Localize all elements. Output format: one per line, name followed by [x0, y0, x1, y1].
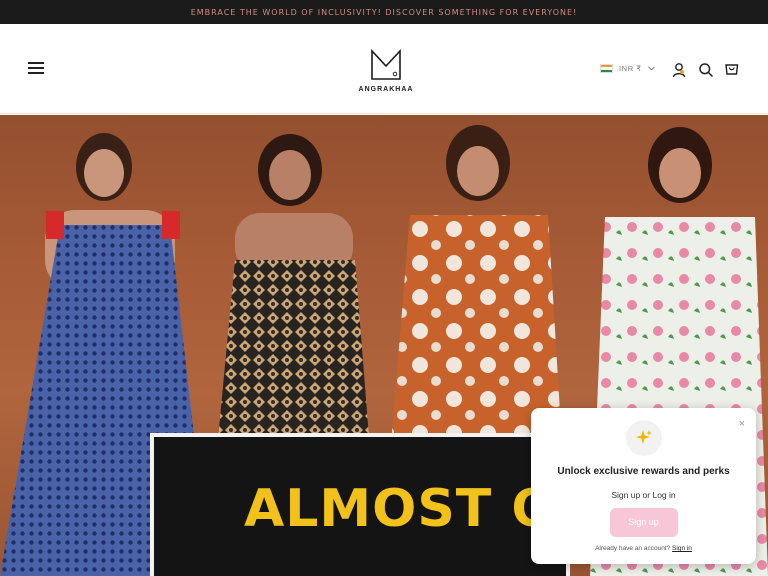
signup-button[interactable]: Sign up — [609, 508, 678, 537]
cart-icon[interactable] — [724, 62, 740, 78]
search-icon[interactable] — [698, 62, 714, 78]
menu-icon[interactable] — [28, 62, 44, 74]
logo-text: ANGRAKHAA — [358, 86, 414, 93]
logo[interactable]: ANGRAKHAA — [358, 48, 414, 108]
rewards-popup: × Unlock exclusive rewards and perks Sig… — [531, 408, 756, 564]
announcement-bar: EMBRACE THE WORLD OF INCLUSIVITY! DISCOV… — [0, 0, 768, 24]
sparkle-icon — [625, 420, 662, 456]
signin-link[interactable]: Sign in — [672, 545, 692, 552]
footer-text: Already have an account? — [595, 545, 671, 552]
account-icon[interactable] — [671, 62, 687, 78]
popup-subtitle: Sign up or Log in — [611, 490, 676, 500]
popup-footer: Already have an account? Sign in — [531, 545, 756, 552]
currency-label: INR ₹ — [619, 64, 642, 73]
currency-selector[interactable]: INR ₹ — [600, 64, 655, 73]
site-header: ANGRAKHAA INR ₹ — [0, 24, 768, 114]
announcement-text: EMBRACE THE WORLD OF INCLUSIVITY! DISCOV… — [190, 7, 578, 17]
chevron-down-icon — [647, 66, 655, 71]
india-flag-icon — [600, 64, 613, 73]
promo-frame: ALMOST OUT — [150, 433, 635, 576]
logo-mark-icon — [371, 48, 401, 80]
popup-title: Unlock exclusive rewards and perks — [557, 466, 730, 477]
close-icon[interactable]: × — [739, 418, 745, 430]
